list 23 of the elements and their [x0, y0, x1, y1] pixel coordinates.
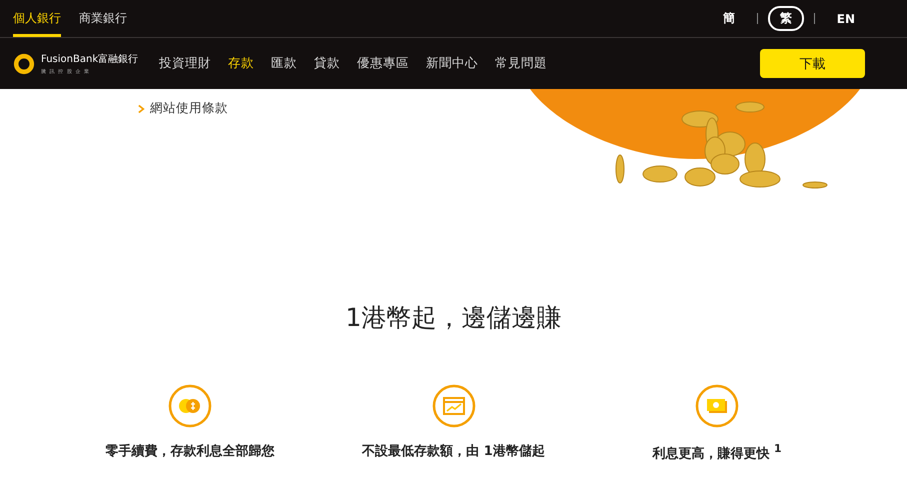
nav-link[interactable]: 存款 — [228, 55, 254, 72]
language-option[interactable]: 簡 — [710, 6, 747, 31]
nav-link[interactable]: 投資理財 — [159, 55, 211, 72]
chart-icon — [432, 384, 476, 428]
feature-caption: 零手續費，存款利息全部歸您 — [106, 442, 274, 460]
chevron-icon — [138, 104, 145, 114]
cash-icon — [695, 384, 739, 428]
segment-tab[interactable]: 商業銀行 — [79, 0, 127, 37]
language-option[interactable]: 繁 — [768, 6, 804, 31]
ring-logo-icon — [13, 52, 35, 74]
nav-link[interactable]: 新聞中心 — [426, 55, 478, 72]
nav-link[interactable]: 貸款 — [314, 55, 340, 72]
nav-link[interactable]: 匯款 — [271, 55, 297, 72]
feature-caption: 利息更高，賺得更快 $^{1}$ — [652, 442, 782, 462]
feature-caption: 不設最低存款額，由 1港幣儲起 — [362, 442, 545, 460]
section-heading: 1港幣起，邊儲邊賺 — [344, 302, 562, 334]
terms-link[interactable]: 網站使用條款 — [138, 100, 228, 117]
coin-icon — [168, 384, 212, 428]
download-button[interactable]: 下載 — [760, 49, 865, 78]
brand-name: FusionBank富融銀行 — [41, 52, 138, 66]
language-option[interactable]: EN — [824, 8, 867, 30]
nav-link[interactable]: 優惠專區 — [357, 55, 409, 72]
nav-link[interactable]: 常見問題 — [495, 55, 547, 72]
